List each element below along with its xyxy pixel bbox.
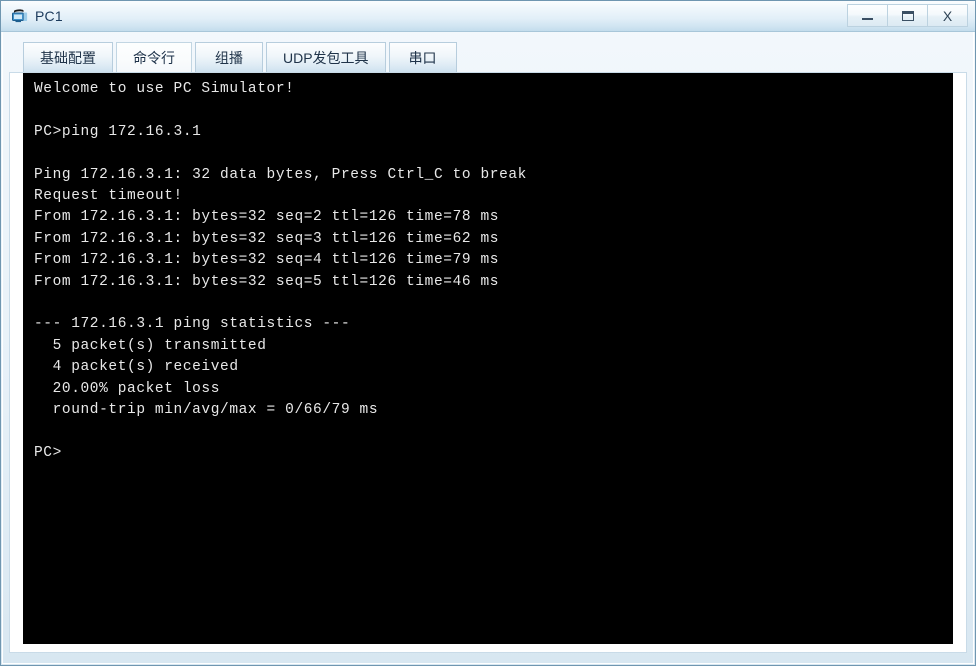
tab-label: UDP发包工具 — [283, 49, 369, 66]
terminal-line: --- 172.16.3.1 ping statistics --- — [34, 316, 351, 333]
tab-command-line[interactable]: 命令行 — [116, 42, 192, 72]
tab-label: 命令行 — [133, 49, 175, 66]
tab-content-frame: Welcome to use PC Simulator! PC>ping 172… — [9, 72, 967, 653]
terminal-line: 5 packet(s) transmitted — [34, 337, 267, 354]
terminal-line: 4 packet(s) received — [34, 359, 239, 376]
tab-label: 基础配置 — [40, 49, 96, 66]
tab-strip: 基础配置 命令行 组播 UDP发包工具 串口 — [9, 40, 967, 72]
terminal-line: Ping 172.16.3.1: 32 data bytes, Press Ct… — [34, 166, 527, 183]
terminal-line: PC>ping 172.16.3.1 — [34, 123, 202, 140]
minimize-icon — [862, 17, 873, 20]
terminal-line: Welcome to use PC Simulator! — [34, 81, 295, 97]
tab-panel: 基础配置 命令行 组播 UDP发包工具 串口 Welcome to use PC… — [9, 40, 967, 653]
pc-monitor-icon — [10, 6, 30, 26]
close-button[interactable]: X — [927, 4, 968, 27]
minimize-button[interactable] — [847, 4, 888, 27]
title-bar[interactable]: PC1 X — [1, 1, 975, 32]
terminal-line: 20.00% packet loss — [34, 380, 221, 397]
tab-label: 组播 — [215, 49, 243, 66]
tab-label: 串口 — [408, 49, 437, 66]
tab-udp-tool[interactable]: UDP发包工具 — [266, 42, 386, 72]
terminal-line: From 172.16.3.1: bytes=32 seq=5 ttl=126 … — [34, 273, 500, 290]
maximize-button[interactable] — [887, 4, 928, 27]
tab-multicast[interactable]: 组播 — [195, 42, 263, 72]
terminal-line: From 172.16.3.1: bytes=32 seq=2 ttl=126 … — [34, 209, 500, 226]
terminal-line: round-trip min/avg/max = 0/66/79 ms — [34, 402, 379, 419]
terminal-line: From 172.16.3.1: bytes=32 seq=3 ttl=126 … — [34, 230, 500, 247]
terminal-line: Request timeout! — [34, 188, 183, 205]
terminal-line: From 172.16.3.1: bytes=32 seq=4 ttl=126 … — [34, 252, 500, 269]
pc1-window: PC1 X 基础配置 命令行 组播 UDP发包工具 串口 Welcome to … — [0, 0, 976, 666]
window-body: 基础配置 命令行 组播 UDP发包工具 串口 Welcome to use PC… — [1, 32, 975, 665]
close-icon: X — [942, 7, 953, 24]
tab-serial-port[interactable]: 串口 — [388, 42, 457, 72]
tab-basic-config[interactable]: 基础配置 — [23, 42, 113, 72]
terminal-line: PC> — [34, 444, 62, 461]
terminal-output: Welcome to use PC Simulator! PC>ping 172… — [23, 79, 953, 464]
maximize-icon — [901, 10, 914, 21]
window-controls: X — [847, 4, 968, 27]
window-title: PC1 — [35, 8, 63, 24]
terminal-console[interactable]: Welcome to use PC Simulator! PC>ping 172… — [23, 73, 953, 644]
